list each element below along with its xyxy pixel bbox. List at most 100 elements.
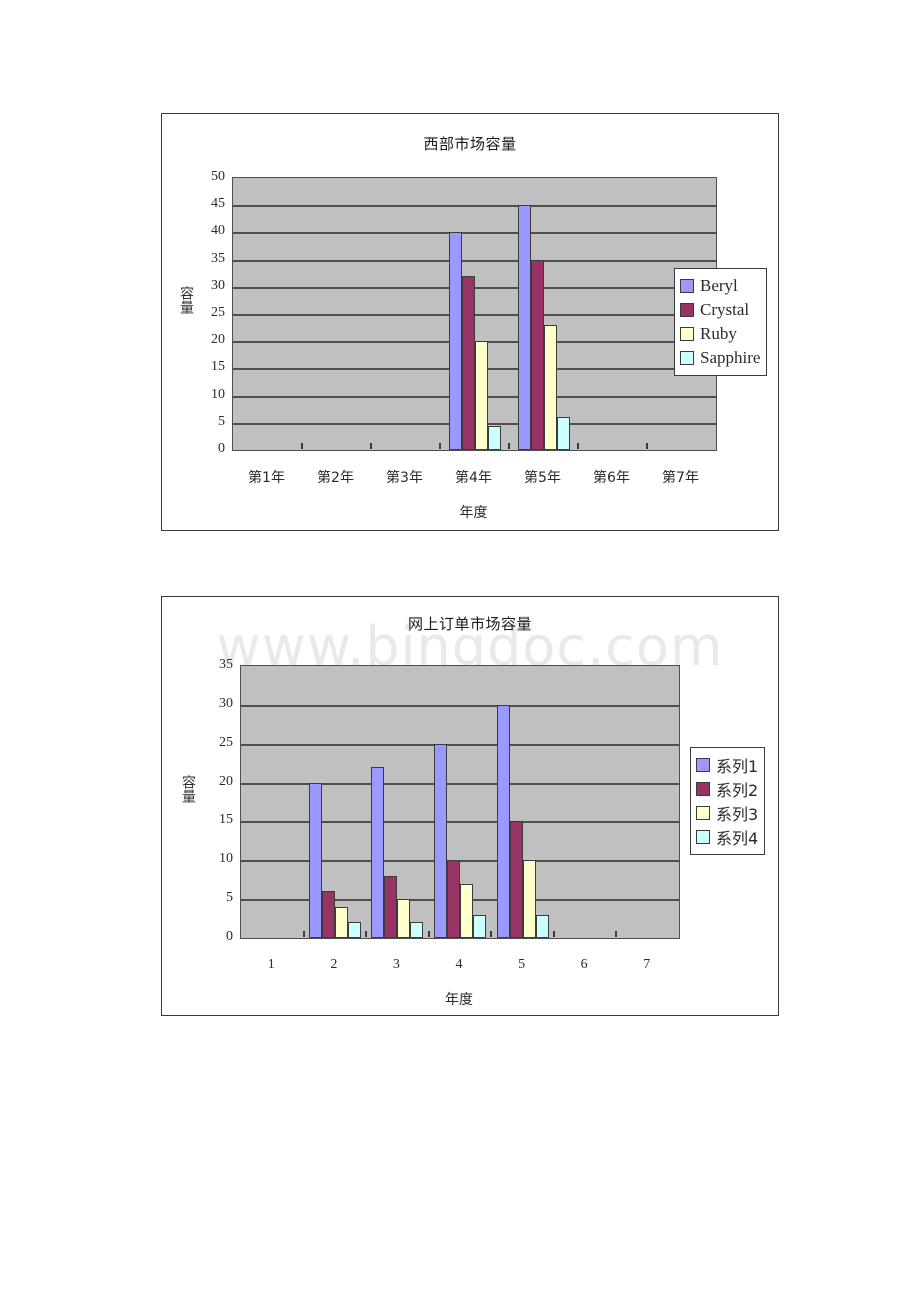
legend-label: Ruby [700,324,737,343]
x-axis-title: 年度 [445,992,473,1008]
y-tick-label: 15 [211,359,225,375]
bar-系列1-2 [308,782,322,938]
bar-系列3-2 [334,906,348,938]
y-tick-label: 25 [211,305,225,320]
y-tick-label: 35 [219,657,233,672]
bar-系列1-5 [496,704,510,938]
x-tick-mark [646,443,648,449]
legend-label: Sapphire [700,348,761,367]
category-group [496,666,549,938]
bar-Ruby-第4年 [474,341,488,450]
legend-swatch-icon [696,758,710,772]
bar-系列2-5 [509,821,523,938]
legend-label: Crystal [700,300,750,319]
category-group [622,666,674,938]
category-group [380,178,432,450]
bar-系列1-3 [371,767,385,938]
legend-label: 系列2 [716,781,759,800]
x-tick-label: 第3年 [386,470,423,486]
legend-label: 系列4 [716,829,759,848]
y-tick-label: 5 [226,890,233,906]
y-tick-label: 50 [211,169,225,184]
x-tick-label: 第5年 [524,470,561,486]
x-tick-mark [370,443,372,449]
y-axis-title: 容量 [178,286,194,314]
chart-west-market-capacity: 西部市场容量 容量 0 5 10 15 20 25 30 35 40 45 50 第1年 第2年 第3年… [161,113,779,531]
x-tick-mark [615,931,618,937]
legend-label: 系列1 [716,757,759,776]
chart-legend: 系列1 系列2 系列3 系列4 [690,747,766,855]
chart-title: 西部市场容量 [423,135,517,153]
y-tick-label: 10 [219,851,233,867]
category-group [517,178,570,450]
x-tick-label: 第6年 [593,470,630,486]
bar-系列4-5 [535,914,549,938]
chart-online-order-market-capacity: www.bingdoc.com 网上订单市场容量 容量 0 5 10 15 20 25 30… [161,596,779,1016]
x-tick-mark [301,443,303,449]
legend-item-Ruby: Ruby [680,322,760,346]
bar-Sapphire-第4年 [487,425,501,450]
legend-item-系列4: 系列4 [696,825,758,849]
bar-系列4-2 [347,922,361,938]
category-group [246,666,298,938]
y-tick-label: 40 [211,223,225,239]
bar-系列2-3 [384,875,398,938]
plot-area [240,665,680,939]
chart-legend: Beryl Crystal Ruby Sapphire [674,268,768,376]
y-tick-label: 0 [226,929,233,944]
legend-item-Beryl: Beryl [680,274,760,298]
category-group [434,666,486,938]
x-tick-mark [490,931,493,937]
y-tick-label: 45 [211,196,225,212]
legend-item-系列1: 系列1 [696,753,758,777]
y-axis-title: 容量 [180,775,196,803]
category-group [587,178,639,450]
x-tick-label: 7 [643,957,651,972]
y-tick-label: 15 [219,812,233,828]
legend-swatch-icon [696,830,710,844]
bar-Sapphire-第5年 [556,417,570,450]
bar-Ruby-第5年 [543,324,557,450]
bars-layer [241,666,679,938]
category-group [448,178,501,450]
legend-swatch-icon [680,351,694,365]
chart-title: 网上订单市场容量 [407,615,532,633]
x-tick-label: 第1年 [248,470,285,486]
x-tick-label: 第2年 [317,470,354,486]
category-group [308,666,361,938]
x-tick-mark [508,443,510,449]
legend-item-系列3: 系列3 [696,801,758,825]
x-tick-mark [427,931,430,937]
y-tick-label: 25 [219,734,233,750]
x-axis-title: 年度 [459,505,488,521]
bar-系列2-2 [321,891,335,938]
category-group [559,666,611,938]
bar-系列1-4 [434,743,447,938]
y-tick-label: 20 [219,773,233,789]
y-tick-label: 30 [219,695,233,711]
legend-item-Crystal: Crystal [680,298,760,322]
x-tick-label: 第7年 [662,470,699,486]
y-tick-label: 30 [211,277,225,293]
y-tick-label: 20 [211,332,225,348]
category-group [371,666,424,938]
bar-Crystal-第5年 [530,259,544,450]
legend-swatch-icon [680,303,694,317]
legend-swatch-icon [680,279,694,293]
y-tick-label: 5 [218,413,225,429]
y-tick-label: 10 [211,386,225,402]
legend-swatch-icon [696,806,710,820]
y-tick-label: 0 [218,441,225,456]
x-tick-mark [439,443,441,449]
bars-layer [233,178,716,450]
bar-Beryl-第5年 [517,205,531,450]
bar-系列4-3 [410,922,424,938]
x-tick-mark [365,931,368,937]
legend-label: 系列3 [716,805,759,824]
bar-系列2-4 [447,860,460,938]
category-group [311,178,363,450]
bar-Beryl-第4年 [448,232,462,450]
bar-系列3-3 [397,899,411,938]
bar-系列3-5 [522,860,536,938]
legend-swatch-icon [680,327,694,341]
